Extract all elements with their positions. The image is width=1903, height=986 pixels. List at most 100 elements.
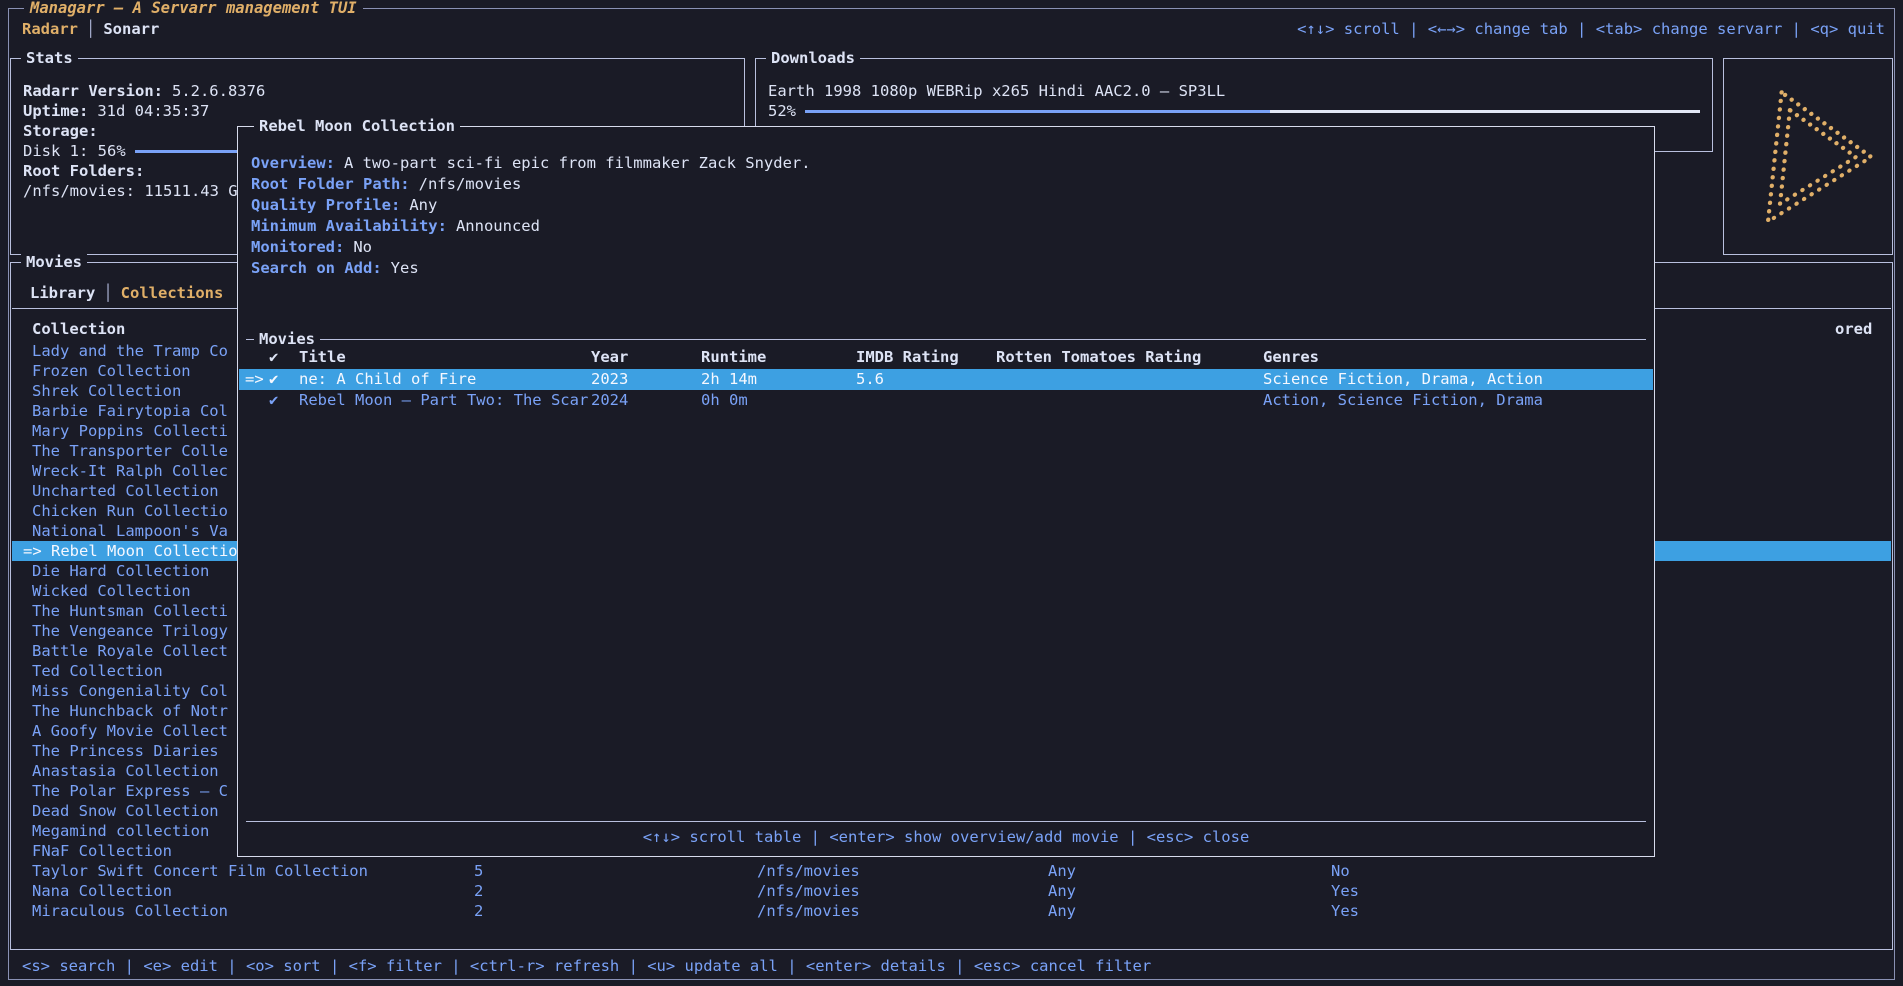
collection-name: Frozen Collection	[32, 361, 191, 381]
top-keybindings: <↑↓> scroll | <←→> change tab | <tab> ch…	[1297, 18, 1885, 40]
download-gauge-line: 52%	[768, 101, 1700, 121]
collection-name: Dead Snow Collection	[32, 801, 219, 821]
tab-library[interactable]: Library	[30, 284, 95, 302]
collection-name: A Goofy Movie Collect	[32, 721, 228, 741]
collection-name: Chicken Run Collectio	[32, 501, 228, 521]
tab-sonarr[interactable]: Sonarr	[103, 20, 159, 38]
detail-minimum-availability-value: Announced	[456, 216, 540, 237]
stats-storage-label: Storage:	[23, 121, 98, 141]
column-rotten-tomatoes-rating: Rotten Tomatoes Rating	[996, 347, 1263, 368]
collection-name: Wreck-It Ralph Collec	[32, 461, 228, 481]
collection-name: Nana Collection	[32, 881, 172, 901]
collection-name: Wicked Collection	[32, 581, 191, 601]
stats-panel-title: Stats	[21, 48, 78, 68]
detail-quality-profile-label: Quality Profile:	[251, 195, 400, 216]
collection-root-folder: /nfs/movies	[757, 881, 860, 901]
column-imdb-rating: IMDB Rating	[856, 347, 996, 368]
movies-panel-title: Movies	[21, 252, 87, 272]
collection-name: Battle Royale Collect	[32, 641, 228, 661]
collection-movie-count: 2	[474, 901, 483, 921]
movie-year: 2024	[591, 390, 701, 411]
collection-name: Lady and the Tramp Co	[32, 341, 228, 361]
monitored-column-header-fragment: ored	[1835, 319, 1872, 339]
row-prefix: =>	[245, 369, 269, 390]
stats-uptime-value: 31d 04:35:37	[97, 101, 209, 121]
download-gauge-track	[805, 110, 1700, 113]
movie-imdb-rating: 5.6	[856, 369, 996, 390]
collection-name: Taylor Swift Concert Film Collection	[32, 861, 368, 881]
monitored-check-icon: ✔	[269, 390, 299, 411]
stats-version-line: Radarr Version:5.2.6.8376	[23, 81, 732, 101]
detail-root-folder-label: Root Folder Path:	[251, 174, 410, 195]
collection-name: Miraculous Collection	[32, 901, 228, 921]
column-monitored-check: ✔	[269, 347, 299, 368]
collection-name: Miss Congeniality Col	[32, 681, 228, 701]
detail-minimum-availability: Minimum Availability:Announced	[251, 216, 1641, 237]
collection-name: => Rebel Moon Collection	[23, 541, 247, 561]
detail-root-folder-value: /nfs/movies	[419, 174, 522, 195]
collection-movie-count: 5	[474, 861, 483, 881]
detail-search-on-add-value: Yes	[391, 258, 419, 279]
collection-table-row[interactable]: Nana Collection2/nfs/moviesAnyYes	[12, 881, 1891, 901]
column-year: Year	[591, 347, 701, 368]
detail-overview-value: A two-part sci-fi epic from filmmaker Za…	[344, 153, 811, 174]
collection-name: Megamind collection	[32, 821, 209, 841]
collection-table-row[interactable]: Miraculous Collection2/nfs/moviesAnyYes	[12, 901, 1891, 921]
collection-root-folder: /nfs/movies	[757, 901, 860, 921]
detail-root-folder: Root Folder Path: /nfs/movies	[251, 174, 1641, 195]
download-item: Earth 1998 1080p WEBRip x265 Hindi AAC2.…	[768, 81, 1700, 101]
modal-movie-row[interactable]: =>✔ne: A Child of Fire20232h 14m5.6Scien…	[239, 369, 1653, 390]
detail-monitored: Monitored: No	[251, 237, 1641, 258]
detail-overview-label: Overview:	[251, 153, 335, 174]
collection-name: Mary Poppins Collecti	[32, 421, 228, 441]
app-title: Managarr – A Servarr management TUI	[24, 0, 363, 18]
movie-genres: Action, Science Fiction, Drama	[1263, 390, 1653, 411]
stats-version-label: Radarr Version:	[23, 81, 163, 101]
collection-quality-profile: Any	[1048, 881, 1076, 901]
detail-monitored-value: No	[353, 237, 372, 258]
movie-title: ne: A Child of Fire	[299, 369, 591, 390]
stats-uptime-label: Uptime:	[23, 101, 88, 121]
modal-keybindings: <↑↓> scroll table | <enter> show overvie…	[238, 827, 1654, 848]
collection-quality-profile: Any	[1048, 861, 1076, 881]
tab-separator: │	[86, 20, 95, 38]
download-item-name: Earth 1998 1080p WEBRip x265 Hindi AAC2.…	[768, 81, 1225, 101]
disk-label: Disk 1: 56%	[23, 141, 126, 161]
logo-panel	[1723, 58, 1893, 255]
collection-quality-profile: Any	[1048, 901, 1076, 921]
collection-root-folder: /nfs/movies	[757, 861, 860, 881]
tab-collections[interactable]: Collections	[121, 284, 224, 302]
monitored-check-icon: ✔	[269, 369, 299, 390]
bottom-keybindings: <s> search | <e> edit | <o> sort | <f> f…	[22, 956, 1151, 976]
collection-name: FNaF Collection	[32, 841, 172, 861]
root-folder-value: /nfs/movies: 11511.43 GB	[23, 181, 247, 201]
collection-name: The Transporter Colle	[32, 441, 228, 461]
collection-name: National Lampoon's Va	[32, 521, 228, 541]
modal-movies-section-rule: Movies	[246, 339, 1646, 340]
movie-genres: Science Fiction, Drama, Action	[1263, 369, 1653, 390]
modal-movies-rows: =>✔ne: A Child of Fire20232h 14m5.6Scien…	[239, 369, 1653, 411]
collection-table-row[interactable]: Taylor Swift Concert Film Collection 5/nf…	[12, 861, 1891, 881]
servarr-tabs: Radarr │ Sonarr	[22, 18, 159, 40]
collection-details: Overview: A two-part sci-fi epic from fil…	[251, 153, 1641, 279]
detail-monitored-label: Monitored:	[251, 237, 344, 258]
movie-year: 2023	[591, 369, 701, 390]
collection-name: Ted Collection	[32, 661, 163, 681]
collection-name: Uncharted Collection	[32, 481, 219, 501]
movies-tab-separator: │	[103, 284, 112, 302]
modal-table-bottom-rule	[246, 821, 1646, 822]
detail-quality-profile: Quality Profile:Any	[251, 195, 1641, 216]
collection-name: Shrek Collection	[32, 381, 181, 401]
managarr-logo-icon	[1732, 82, 1884, 232]
column-genres: Genres	[1263, 347, 1653, 368]
modal-movie-row[interactable]: ✔Rebel Moon – Part Two: The Scar20240h 0…	[239, 390, 1653, 411]
collection-monitored: Yes	[1331, 881, 1359, 901]
root-folders-label: Root Folders:	[23, 161, 144, 181]
movie-runtime: 0h 0m	[701, 390, 856, 411]
column-title: Title	[299, 347, 591, 368]
tab-radarr[interactable]: Radarr	[22, 20, 78, 38]
detail-search-on-add: Search on Add:Yes	[251, 258, 1641, 279]
collection-column-header: Collection	[32, 319, 125, 339]
download-percent: 52%	[768, 101, 796, 121]
download-gauge-fill	[805, 110, 1270, 113]
